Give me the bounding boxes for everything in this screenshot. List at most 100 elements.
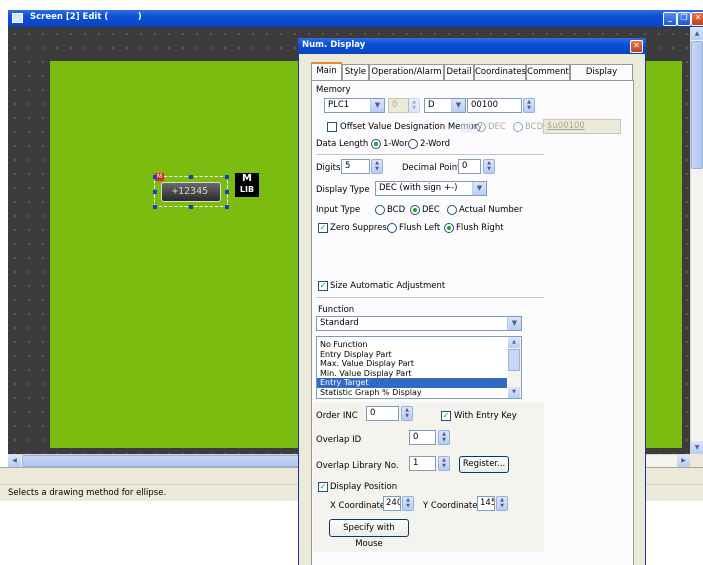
order-inc-field[interactable]: 0	[366, 406, 399, 421]
tab-coordinates[interactable]: Coordinates	[474, 64, 526, 80]
scroll-up-arrow[interactable]: ▲	[691, 27, 703, 40]
list-item[interactable]: Min. Value Display Part	[317, 369, 507, 379]
size-auto-checkbox[interactable]: ✓	[318, 281, 328, 291]
tab-comment[interactable]: Comment	[526, 64, 570, 80]
specify-with-mouse-button[interactable]: Specify with Mouse	[329, 519, 409, 549]
list-item[interactable]: Entry Target	[317, 378, 507, 388]
function-value: Standard	[320, 318, 359, 328]
digits-spinner[interactable]: ▲ ▼	[371, 159, 383, 174]
register-button[interactable]: Register...	[459, 456, 509, 473]
function-list-items: No Function Entry Display Part Max. Valu…	[317, 340, 507, 398]
mlib-top: M	[242, 173, 252, 184]
chevron-down-icon[interactable]: ▼	[472, 182, 486, 195]
list-item[interactable]: Entry Display Part	[317, 350, 507, 360]
selection-handle[interactable]	[225, 205, 229, 209]
chevron-down-icon[interactable]: ▼	[507, 317, 521, 330]
address-value: 00100	[471, 100, 499, 110]
offset-value-field: $u00100	[543, 119, 621, 134]
tab-style[interactable]: Style	[342, 64, 369, 80]
dialog-close-button[interactable]: ✕	[630, 40, 643, 53]
size-grip[interactable]	[690, 454, 703, 467]
x-coordinate-field[interactable]: 240	[383, 496, 401, 511]
scroll-thumb[interactable]	[691, 41, 703, 169]
decimal-point-label: Decimal Point	[402, 163, 461, 173]
station-value: 0	[392, 100, 398, 110]
overlap-library-field[interactable]: 1	[409, 456, 436, 471]
close-button[interactable]: ✕	[691, 12, 703, 26]
selection-handle[interactable]	[225, 190, 229, 194]
order-inc-spinner[interactable]: ▲ ▼	[401, 406, 413, 421]
dec-input-radio[interactable]	[410, 205, 420, 215]
chevron-down-icon[interactable]: ▼	[370, 99, 384, 112]
list-item[interactable]: No Function	[317, 340, 507, 350]
restore-button[interactable]: ❐	[677, 12, 691, 26]
num-display-object[interactable]: +12345 M	[153, 173, 229, 209]
bcd-input-radio[interactable]	[375, 205, 385, 215]
memory-label: Memory	[316, 85, 351, 95]
num-display-value: +12345	[172, 186, 209, 197]
scroll-down-arrow[interactable]: ▼	[508, 387, 520, 398]
function-list-scrollbar[interactable]: ▲ ▼	[508, 337, 521, 398]
vertical-scrollbar[interactable]: ▲ ▼	[690, 27, 703, 454]
function-list[interactable]: No Function Entry Display Part Max. Valu…	[316, 336, 522, 399]
scroll-up-arrow[interactable]: ▲	[508, 337, 520, 348]
dialog-title-bar: Num. Display ✕	[298, 38, 646, 54]
with-entry-key-label: With Entry Key	[454, 411, 517, 421]
scroll-thumb[interactable]	[508, 349, 520, 371]
offset-checkbox[interactable]	[327, 122, 337, 132]
flush-left-radio[interactable]	[387, 223, 397, 233]
selection-handle[interactable]	[153, 205, 157, 209]
selection-handle[interactable]	[189, 205, 193, 209]
selection-handle[interactable]	[153, 175, 157, 179]
scroll-left-arrow[interactable]: ◀	[8, 455, 21, 467]
order-inc-label: Order INC	[316, 411, 358, 421]
overlap-id-field[interactable]: 0	[409, 430, 436, 445]
selection-handle[interactable]	[189, 175, 193, 179]
chevron-down-icon[interactable]: ▼	[451, 99, 465, 112]
tab-detail[interactable]: Detail	[444, 64, 474, 80]
offset-value: $u00100	[547, 121, 585, 131]
scroll-down-arrow[interactable]: ▼	[691, 441, 703, 454]
minimize-button[interactable]: _	[663, 12, 677, 26]
digits-field[interactable]: 5	[341, 159, 370, 174]
two-word-radio[interactable]	[408, 139, 418, 149]
address-field[interactable]: 00100	[467, 98, 522, 113]
overlap-library-label: Overlap Library No.	[316, 461, 399, 471]
display-position-label: Display Position	[330, 482, 398, 492]
station-field: 0	[388, 98, 409, 113]
list-item[interactable]: Max. Value Display Part	[317, 359, 507, 369]
zero-suppress-checkbox[interactable]: ✓	[318, 223, 328, 233]
x-coordinate-spinner[interactable]: ▲ ▼	[402, 496, 414, 511]
y-coordinate-field[interactable]: 145	[477, 496, 495, 511]
display-type-select[interactable]: DEC (with sign +-) ▼	[375, 181, 487, 196]
selection-handle[interactable]	[225, 175, 229, 179]
overlap-library-spinner[interactable]: ▲ ▼	[438, 456, 450, 471]
decimal-point-field[interactable]: 0	[458, 159, 481, 174]
actual-number-radio[interactable]	[447, 205, 457, 215]
overlap-id-spinner[interactable]: ▲ ▼	[438, 430, 450, 445]
device-select[interactable]: D ▼	[424, 98, 466, 113]
y-coordinate-spinner[interactable]: ▲ ▼	[496, 496, 508, 511]
size-auto-label: Size Automatic Adjustment	[330, 281, 446, 291]
list-item[interactable]: Statistic Graph % Display	[317, 388, 507, 398]
y-coordinate-label: Y Coordinate	[423, 501, 478, 511]
tab-display-setting[interactable]: Display Setting	[570, 64, 633, 92]
tab-main[interactable]: Main	[311, 62, 342, 81]
flush-right-radio[interactable]	[444, 223, 454, 233]
one-word-radio[interactable]	[371, 139, 381, 149]
decimal-point-spinner[interactable]: ▲ ▼	[483, 159, 495, 174]
scroll-right-arrow[interactable]: ▶	[677, 455, 690, 467]
function-select[interactable]: Standard ▼	[316, 316, 522, 331]
dialog-title: Num. Display	[302, 40, 366, 50]
plc-select[interactable]: PLC1 ▼	[324, 98, 385, 113]
selection-handle[interactable]	[153, 190, 157, 194]
display-position-checkbox[interactable]: ✓	[318, 482, 328, 492]
address-spinner[interactable]: ▲ ▼	[523, 98, 535, 113]
decimal-point-value: 0	[462, 161, 468, 171]
flush-right-label: Flush Right	[456, 223, 504, 233]
with-entry-key-checkbox[interactable]: ✓	[441, 411, 451, 421]
bcd-radio	[513, 122, 523, 132]
tab-operation-alarm[interactable]: Operation/Alarm	[369, 64, 444, 80]
overlap-id-value: 0	[413, 432, 419, 442]
overlap-library-value: 1	[413, 458, 419, 468]
